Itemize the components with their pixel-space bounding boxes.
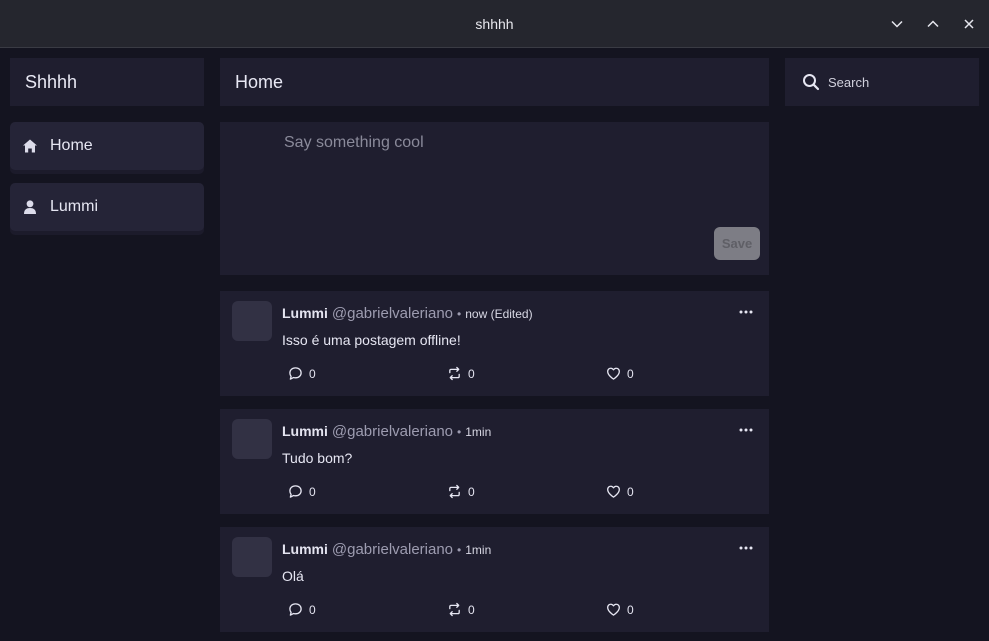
repost-count: 0	[468, 484, 475, 499]
heart-icon	[607, 603, 620, 616]
window-titlebar: shhhh	[0, 0, 989, 48]
post-time: now (Edited)	[465, 307, 533, 321]
post-meta: Lummi @gabrielvaleriano • 1min	[282, 541, 491, 558]
user-icon	[22, 199, 38, 215]
post-meta: Lummi @gabrielvaleriano • 1min	[282, 423, 491, 440]
window-title: shhhh	[475, 15, 514, 32]
post-meta: Lummi @gabrielvaleriano • now (Edited)	[282, 305, 533, 322]
page-title: Home	[220, 58, 769, 106]
repost-icon	[449, 366, 460, 381]
post-time: 1min	[465, 543, 492, 557]
post-actions: 0 0 0	[288, 366, 668, 384]
post-text: Isso é uma postagem offline!	[282, 332, 461, 348]
like-count: 0	[627, 484, 634, 499]
author-name[interactable]: Lummi	[282, 305, 328, 321]
window-controls	[887, 14, 979, 34]
post-actions: 0 0 0	[288, 602, 668, 620]
repost-count: 0	[468, 366, 475, 381]
sidebar-item-home[interactable]: Home	[10, 122, 204, 170]
post-card: Lummi @gabrielvaleriano • 1min Olá 0 0 0	[220, 527, 769, 632]
author-name[interactable]: Lummi	[282, 423, 328, 439]
author-handle[interactable]: @gabrielvaleriano	[332, 423, 453, 440]
heart-icon	[607, 485, 620, 498]
post-text: Olá	[282, 568, 304, 584]
post-card: Lummi @gabrielvaleriano • 1min Tudo bom?…	[220, 409, 769, 514]
heart-icon	[607, 367, 620, 380]
like-count: 0	[627, 602, 634, 617]
comment-icon	[289, 485, 302, 498]
composer-input[interactable]	[284, 134, 754, 224]
app-body: Shhhh Home Lummi Home Save Lummi @gabrie…	[0, 48, 989, 641]
more-horizontal-icon	[739, 310, 753, 314]
search-input[interactable]	[828, 74, 968, 90]
more-options-button[interactable]	[737, 541, 755, 555]
avatar[interactable]	[232, 301, 272, 341]
reply-count: 0	[309, 366, 316, 381]
comment-icon	[289, 367, 302, 380]
more-horizontal-icon	[739, 546, 753, 550]
close-button[interactable]	[959, 14, 979, 34]
post-text: Tudo bom?	[282, 450, 353, 466]
comment-icon	[289, 603, 302, 616]
brand-title: Shhhh	[10, 58, 204, 106]
post-card: Lummi @gabrielvaleriano • now (Edited) I…	[220, 291, 769, 396]
sidebar-item-profile[interactable]: Lummi	[10, 183, 204, 231]
more-options-button[interactable]	[737, 423, 755, 437]
repost-icon	[449, 484, 460, 499]
author-handle[interactable]: @gabrielvaleriano	[332, 305, 453, 322]
meta-separator: •	[457, 425, 462, 439]
sidebar-item-label: Lummi	[50, 198, 99, 215]
more-options-button[interactable]	[737, 305, 755, 319]
meta-separator: •	[457, 543, 462, 557]
more-horizontal-icon	[739, 428, 753, 432]
reply-count: 0	[309, 602, 316, 617]
reply-button[interactable]: 0	[288, 366, 316, 381]
avatar[interactable]	[232, 537, 272, 577]
author-handle[interactable]: @gabrielvaleriano	[332, 541, 453, 558]
repost-button[interactable]: 0	[447, 602, 475, 617]
home-icon	[22, 138, 38, 154]
repost-count: 0	[468, 602, 475, 617]
author-name[interactable]: Lummi	[282, 541, 328, 557]
repost-icon	[449, 602, 460, 617]
post-composer: Save	[220, 122, 769, 275]
like-button[interactable]: 0	[606, 602, 634, 617]
search-box	[785, 58, 979, 106]
avatar[interactable]	[232, 419, 272, 459]
chevron-down-icon	[891, 20, 903, 28]
minimize-button[interactable]	[887, 14, 907, 34]
meta-separator: •	[457, 307, 462, 321]
repost-button[interactable]: 0	[447, 484, 475, 499]
save-button[interactable]: Save	[714, 227, 760, 260]
close-icon	[964, 19, 974, 29]
like-count: 0	[627, 366, 634, 381]
sidebar-item-label: Home	[50, 137, 93, 154]
search-icon	[803, 74, 820, 91]
like-button[interactable]: 0	[606, 366, 634, 381]
like-button[interactable]: 0	[606, 484, 634, 499]
chevron-up-icon	[927, 20, 939, 28]
reply-button[interactable]: 0	[288, 484, 316, 499]
maximize-button[interactable]	[923, 14, 943, 34]
reply-button[interactable]: 0	[288, 602, 316, 617]
reply-count: 0	[309, 484, 316, 499]
post-actions: 0 0 0	[288, 484, 668, 502]
repost-button[interactable]: 0	[447, 366, 475, 381]
post-time: 1min	[465, 425, 492, 439]
